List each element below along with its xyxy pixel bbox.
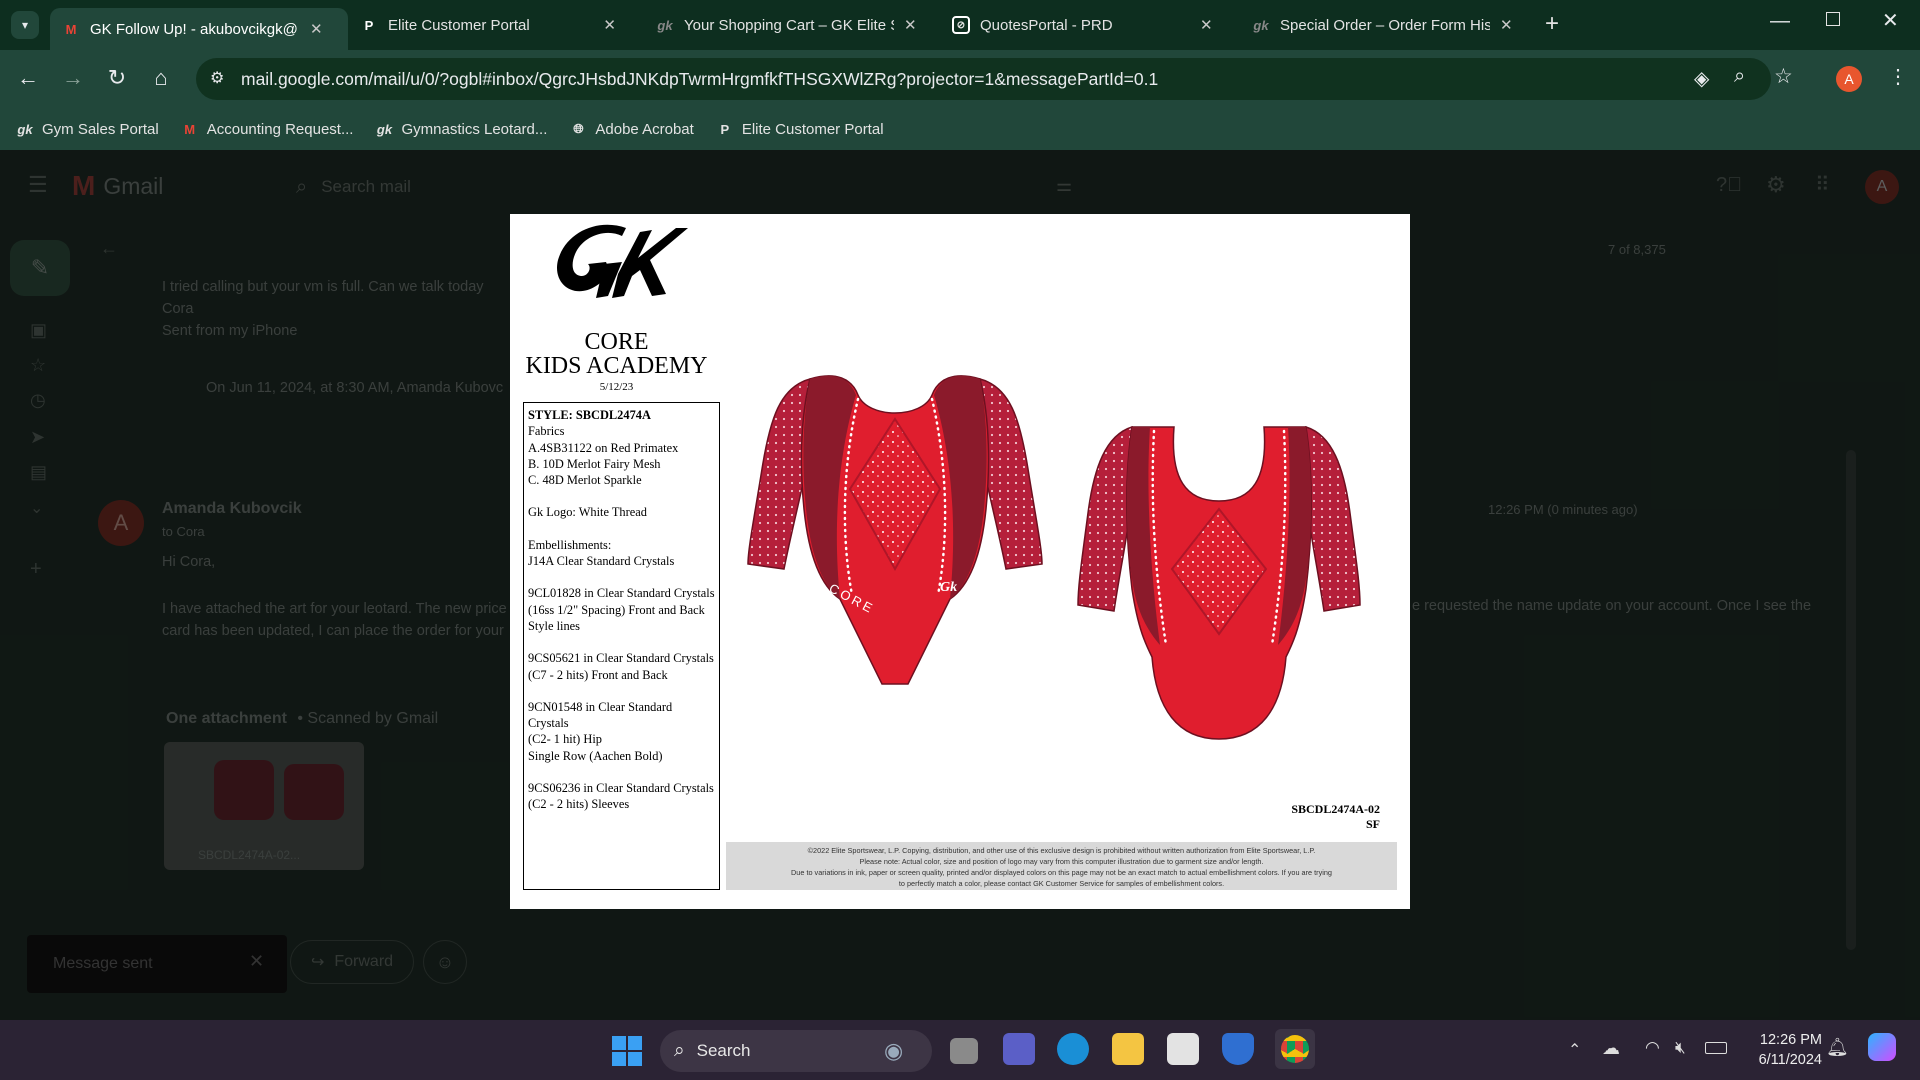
windows-logo-pane (628, 1036, 642, 1050)
battery-icon[interactable] (1705, 1042, 1727, 1054)
spec-gap (528, 683, 715, 699)
gk-icon: ɡk (657, 17, 673, 33)
gmail-icon: M (184, 121, 196, 137)
close-tab-icon[interactable]: ✕ (1200, 16, 1213, 34)
spec-gap (528, 488, 715, 504)
windows-logo-pane (628, 1052, 642, 1066)
security-shield-icon[interactable] (1222, 1033, 1254, 1065)
back-right-sleeve (1305, 425, 1361, 612)
back-arrow-icon[interactable]: ← (13, 65, 43, 91)
copilot-search-icon: ◉ (884, 1038, 904, 1063)
tab-quotes-portal[interactable]: ⊘ QuotesPortal - PRD ✕ (940, 8, 1230, 42)
reload-icon[interactable]: ↻ (102, 65, 132, 91)
bookmark-star-icon[interactable]: ☆ (1774, 64, 1793, 89)
edge-icon[interactable] (1057, 1033, 1089, 1065)
bookmark-gymnastics-leotard[interactable]: ɡk Gymnastics Leotard... (375, 120, 548, 138)
search-icon: ⌕ (674, 1040, 685, 1061)
bookmark-accounting[interactable]: M Accounting Request... (181, 120, 353, 138)
tab-shopping-cart[interactable]: ɡk Your Shopping Cart – GK Elite S ✕ (644, 8, 934, 42)
front-left-sleeve (747, 378, 811, 570)
art-date: 5/12/23 (599, 381, 634, 393)
bookmark-adobe-acrobat[interactable]: 🌐︎ Adobe Acrobat (569, 120, 694, 138)
team-name: CORE KIDS ACADEMY (525, 329, 708, 379)
tab-special-order[interactable]: ɡk Special Order – Order Form His ✕ (1240, 8, 1530, 42)
tab-elite-portal[interactable]: P Elite Customer Portal ✕ (348, 8, 628, 42)
close-tab-icon[interactable]: ✕ (310, 20, 323, 38)
copyright-disclaimer: ©2022 Elite Sportswear, L.P. Copying, di… (726, 842, 1397, 890)
start-button[interactable] (612, 1036, 642, 1066)
bookmark-elite-portal[interactable]: P Elite Customer Portal (716, 120, 883, 138)
spec-box: STYLE: SBCDL2474A Fabrics A.4SB31122 on … (523, 402, 720, 890)
leotard-back-illustration (1077, 425, 1361, 740)
store-icon[interactable] (1167, 1033, 1199, 1065)
back-left-sleeve (1077, 425, 1133, 612)
site-info-icon[interactable]: ⚙ (210, 68, 224, 88)
spec-gap (528, 634, 715, 650)
minimize-button[interactable]: — (1770, 10, 1790, 33)
wifi-icon[interactable]: ◠ (1645, 1038, 1660, 1058)
file-explorer-icon[interactable] (1112, 1033, 1144, 1065)
url-text: mail.google.com/mail/u/0/?ogbl#inbox/Qgr… (241, 68, 1159, 89)
globe-icon: 🌐︎ (573, 121, 584, 136)
attachment-viewer: CORE KIDS ACADEMY 5/12/23 STYLE: SBCDL24… (510, 214, 1410, 909)
gk-icon: ɡk (17, 121, 33, 137)
volume-muted-icon[interactable]: 🔇︎ (1675, 1038, 1686, 1058)
design-code: SBCDL2474A-02 SF (1291, 802, 1380, 831)
profile-avatar[interactable]: A (1836, 66, 1862, 92)
address-bar[interactable]: ⚙ mail.google.com/mail/u/0/?ogbl#inbox/Q… (196, 58, 1793, 100)
gk-logo-mark (556, 224, 688, 298)
task-view-icon[interactable] (950, 1038, 978, 1064)
close-tab-icon[interactable]: ✕ (603, 16, 616, 34)
windows-logo-pane (612, 1036, 626, 1050)
chrome-icon[interactable] (1275, 1029, 1315, 1069)
leotard-front-illustration: CORE Gk (747, 375, 1043, 685)
gmail-icon: M (65, 21, 77, 37)
close-window-button[interactable]: ✕ (1882, 8, 1899, 33)
home-icon[interactable]: ⌂ (146, 65, 176, 91)
front-right-sleeve (979, 378, 1043, 570)
show-hidden-icons[interactable]: ⌃ (1568, 1040, 1581, 1060)
notification-bell-icon[interactable]: 🔔︎ (1826, 1037, 1849, 1058)
zoom-icon[interactable]: ⌕ (1734, 65, 1745, 88)
close-tab-icon[interactable]: ✕ (1500, 16, 1513, 34)
quotes-icon: ⊘ (952, 16, 970, 34)
gk-icon: ɡk (376, 121, 393, 137)
teams-icon[interactable] (1003, 1033, 1035, 1065)
taskbar-search[interactable]: ⌕ Search ◉ (660, 1030, 932, 1072)
lens-icon[interactable]: ◈ (1694, 66, 1709, 91)
browser-menu-icon[interactable]: ⋮ (1888, 64, 1908, 89)
windows-logo-pane (612, 1052, 626, 1066)
tab-search-button[interactable]: ▾ (11, 11, 39, 39)
clock[interactable]: 12:26 PM 6/11/2024 (1742, 1030, 1822, 1070)
close-tab-icon[interactable]: ✕ (904, 16, 917, 34)
gk-logo (548, 214, 688, 324)
bookmark-gym-sales[interactable]: ɡk Gym Sales Portal (16, 120, 158, 138)
bookmarks-bar: ɡk Gym Sales Portal M Accounting Request..… (0, 108, 1920, 150)
portal-p-icon: P (364, 17, 374, 33)
new-tab-button[interactable]: + (1545, 10, 1559, 38)
spec-gap (528, 521, 715, 537)
tab-gmail[interactable]: M GK Follow Up! - akubovcikgk@ ✕ (50, 8, 348, 50)
onedrive-icon[interactable]: ☁ (1602, 1038, 1620, 1059)
spec-gap (528, 764, 715, 780)
hip-gk-logo: Gk (940, 580, 957, 595)
portal-p-icon: P (720, 121, 730, 137)
copilot-icon[interactable] (1868, 1033, 1896, 1061)
gk-icon: ɡk (1253, 17, 1269, 33)
browser-toolbar: ← → ↻ ⌂ ⚙ mail.google.com/mail/u/0/?ogbl… (0, 50, 1920, 108)
restore-button[interactable] (1826, 12, 1840, 26)
forward-arrow-icon[interactable]: → (58, 65, 88, 91)
browser-tab-bar: ▾ M GK Follow Up! - akubovcikgk@ ✕ P Eli… (0, 0, 1920, 50)
spec-gap (528, 569, 715, 585)
chrome-logo-icon (1281, 1035, 1309, 1063)
